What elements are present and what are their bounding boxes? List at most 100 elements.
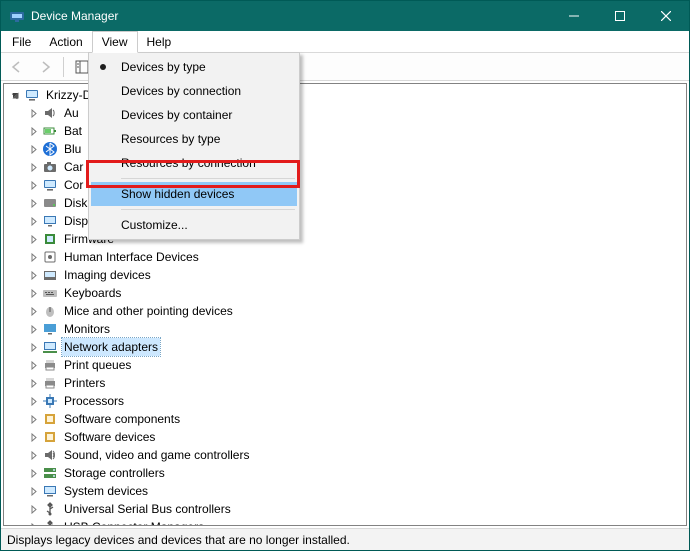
tree-node[interactable]: Mice and other pointing devices [26, 302, 686, 320]
expander-icon[interactable] [26, 358, 40, 372]
bluetooth-icon [42, 141, 58, 157]
toolbar-separator [63, 57, 64, 77]
tree-node[interactable]: Print queues [26, 356, 686, 374]
menuitem-show-hidden-devices[interactable]: Show hidden devices [91, 182, 297, 206]
expander-icon[interactable] [26, 196, 40, 210]
back-button[interactable] [5, 56, 29, 78]
printer-icon [42, 375, 58, 391]
menu-file[interactable]: File [3, 31, 40, 52]
tree-node-label: Print queues [62, 356, 133, 374]
tree-node-label: Processors [62, 392, 126, 410]
tree-node[interactable]: Universal Serial Bus controllers [26, 500, 686, 518]
tree-node-label: Au [62, 104, 81, 122]
view-dropdown: Devices by type Devices by connection De… [88, 52, 300, 240]
tree-node[interactable]: Sound, video and game controllers [26, 446, 686, 464]
expander-icon[interactable] [26, 484, 40, 498]
tree-node-label: System devices [62, 482, 150, 500]
expander-icon[interactable] [26, 376, 40, 390]
expander-icon[interactable] [26, 412, 40, 426]
menu-separator [121, 178, 295, 179]
tree-node-label: Keyboards [62, 284, 123, 302]
tree-node[interactable]: Software devices [26, 428, 686, 446]
expander-icon[interactable] [26, 430, 40, 444]
menuitem-resources-by-connection[interactable]: Resources by connection [91, 151, 297, 175]
titlebar[interactable]: Device Manager [1, 1, 689, 31]
expander-icon[interactable] [26, 502, 40, 516]
minimize-button[interactable] [551, 1, 597, 31]
system-icon [42, 483, 58, 499]
display-icon [42, 213, 58, 229]
firmware-icon [42, 231, 58, 247]
statusbar-text: Displays legacy devices and devices that… [7, 533, 350, 547]
menu-help[interactable]: Help [138, 31, 181, 52]
menuitem-customize[interactable]: Customize... [91, 213, 297, 237]
expander-icon[interactable] [26, 286, 40, 300]
software-icon [42, 411, 58, 427]
tree-node[interactable]: Imaging devices [26, 266, 686, 284]
sound-icon [42, 447, 58, 463]
printer-icon [42, 357, 58, 373]
tree-node-label: Network adapters [62, 338, 160, 356]
maximize-button[interactable] [597, 1, 643, 31]
tree-node-label: Disk [62, 194, 89, 212]
menuitem-devices-by-type[interactable]: Devices by type [91, 55, 297, 79]
tree-node[interactable]: Network adapters [26, 338, 686, 356]
tree-node-label: Human Interface Devices [62, 248, 201, 266]
expander-icon[interactable] [26, 322, 40, 336]
audio-icon [42, 105, 58, 121]
tree-node-label: Car [62, 158, 85, 176]
expander-icon[interactable] [26, 232, 40, 246]
tree-node-label: Disp [62, 212, 90, 230]
software-icon [42, 429, 58, 445]
statusbar: Displays legacy devices and devices that… [1, 528, 689, 550]
expander-icon[interactable] [26, 304, 40, 318]
menuitem-devices-by-container[interactable]: Devices by container [91, 103, 297, 127]
expander-icon[interactable] [26, 250, 40, 264]
expander-icon[interactable] [26, 124, 40, 138]
tree-node[interactable]: Software components [26, 410, 686, 428]
expander-icon[interactable] [26, 160, 40, 174]
expander-icon[interactable] [26, 340, 40, 354]
disk-icon [42, 195, 58, 211]
tree-node[interactable]: System devices [26, 482, 686, 500]
app-icon [9, 8, 25, 24]
expander-icon[interactable] [26, 520, 40, 525]
tree-node[interactable]: Printers [26, 374, 686, 392]
tree-node[interactable]: Keyboards [26, 284, 686, 302]
tree-node-label: Imaging devices [62, 266, 153, 284]
tree-node[interactable]: Processors [26, 392, 686, 410]
tree-node-label: Bat [62, 122, 84, 140]
tree-node[interactable]: USB Connector Managers [26, 518, 686, 525]
forward-button[interactable] [33, 56, 57, 78]
expander-icon[interactable] [26, 466, 40, 480]
tree-node-label: Printers [62, 374, 107, 392]
menu-action[interactable]: Action [40, 31, 91, 52]
expander-icon[interactable] [8, 88, 22, 102]
expander-icon[interactable] [26, 106, 40, 120]
expander-icon[interactable] [26, 214, 40, 228]
window-title: Device Manager [31, 9, 118, 23]
menu-view[interactable]: View [92, 31, 138, 53]
tree-node-label: Mice and other pointing devices [62, 302, 235, 320]
tree-node[interactable]: Human Interface Devices [26, 248, 686, 266]
device-manager-window: Device Manager File Action View Help Kri… [0, 0, 690, 551]
close-button[interactable] [643, 1, 689, 31]
storage-icon [42, 465, 58, 481]
expander-icon[interactable] [26, 394, 40, 408]
camera-icon [42, 159, 58, 175]
tree-node-label: Sound, video and game controllers [62, 446, 251, 464]
expander-icon[interactable] [26, 448, 40, 462]
tree-node[interactable]: Storage controllers [26, 464, 686, 482]
tree-node[interactable]: Monitors [26, 320, 686, 338]
computer-icon [42, 177, 58, 193]
tree-node-label: Cor [62, 176, 85, 194]
menuitem-devices-by-connection[interactable]: Devices by connection [91, 79, 297, 103]
tree-root-label: Krizzy-D [44, 86, 93, 104]
menuitem-resources-by-type[interactable]: Resources by type [91, 127, 297, 151]
expander-icon[interactable] [26, 268, 40, 282]
tree-node-label: Software components [62, 410, 182, 428]
expander-icon[interactable] [26, 178, 40, 192]
cpu-icon [42, 393, 58, 409]
expander-icon[interactable] [26, 142, 40, 156]
tree-node-label: Blu [62, 140, 83, 158]
